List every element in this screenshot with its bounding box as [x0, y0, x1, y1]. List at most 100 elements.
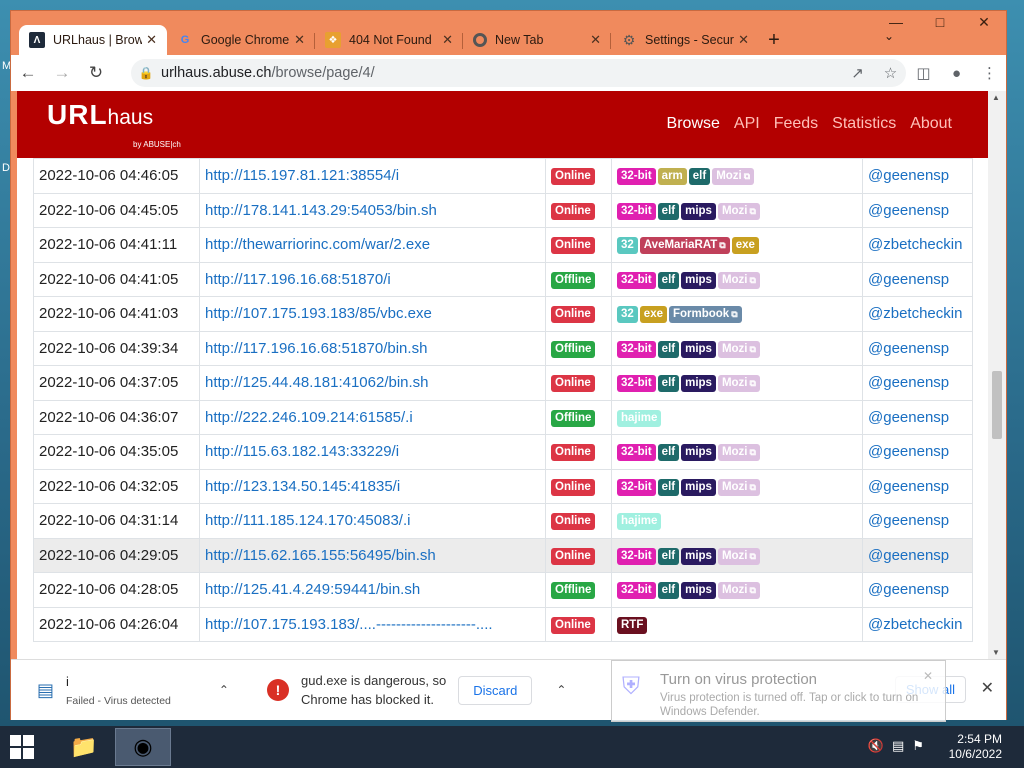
- reporter-link[interactable]: @geenensp: [862, 399, 973, 435]
- reporter-link[interactable]: @geenensp: [862, 434, 973, 470]
- clock[interactable]: 2:54 PM 10/6/2022: [949, 732, 1002, 762]
- back-button[interactable]: ←: [11, 58, 45, 88]
- toast-close-icon[interactable]: ✕: [923, 669, 933, 683]
- tag-badge[interactable]: Mozi ⧉: [717, 582, 760, 600]
- maximize-button[interactable]: □: [918, 11, 962, 33]
- external-link-icon: ⧉: [749, 274, 756, 285]
- volume-muted-icon[interactable]: 🔇: [868, 738, 884, 754]
- malware-url-link[interactable]: http://125.41.4.249:59441/bin.sh: [199, 572, 546, 608]
- address-text[interactable]: urlhaus.abuse.ch/browse/page/4/: [161, 65, 375, 81]
- date-added: 2022-10-06 04:41:03: [33, 296, 200, 332]
- minimize-button[interactable]: —: [874, 11, 918, 33]
- reporter-link[interactable]: @zbetcheckin: [862, 227, 973, 263]
- nav-feeds[interactable]: Feeds: [774, 115, 818, 133]
- close-window-button[interactable]: ✕: [962, 11, 1006, 33]
- reporter-link[interactable]: @zbetcheckin: [862, 296, 973, 332]
- malware-url-link[interactable]: http://125.44.48.181:41062/bin.sh: [199, 365, 546, 401]
- reporter-link[interactable]: @geenensp: [862, 261, 973, 297]
- tag-badge: 32-bit: [617, 478, 656, 496]
- tab-google-chrome[interactable]: G Google Chrome ✕: [167, 25, 315, 55]
- tag-label: elf: [661, 342, 676, 355]
- side-panel-icon[interactable]: ◫: [907, 59, 940, 87]
- status-badge: Online: [551, 306, 595, 324]
- chrome-taskbar-icon[interactable]: ◉: [115, 728, 171, 766]
- close-tab-icon[interactable]: ✕: [590, 32, 601, 48]
- tag-badge[interactable]: Mozi ⧉: [717, 271, 760, 289]
- forward-button[interactable]: →: [45, 58, 79, 88]
- reporter-link[interactable]: @geenensp: [862, 365, 973, 401]
- chevron-up-icon[interactable]: ⌃: [556, 683, 566, 697]
- malware-url-link[interactable]: http://117.196.16.68:51870/i: [199, 261, 546, 297]
- close-tab-icon[interactable]: ✕: [738, 32, 749, 48]
- tag-badge: 32: [617, 237, 638, 255]
- urlhaus-logo[interactable]: URLhaus by ABUSE|ch: [47, 99, 181, 149]
- scroll-thumb[interactable]: [992, 371, 1002, 439]
- scroll-up-icon[interactable]: ▲: [992, 93, 1000, 102]
- malware-url-link[interactable]: http://115.62.165.155:56495/bin.sh: [199, 537, 546, 573]
- tag-label: elf: [661, 549, 676, 562]
- tab-urlhaus[interactable]: Λ URLhaus | Browse ✕: [19, 25, 167, 55]
- tab-new-tab[interactable]: New Tab ✕: [463, 25, 611, 55]
- malware-url-link[interactable]: http://222.246.109.214:61585/.i: [199, 399, 546, 435]
- tag-badge[interactable]: Mozi ⧉: [717, 444, 760, 462]
- file-explorer-icon[interactable]: 📁: [56, 728, 112, 766]
- malware-url-link[interactable]: http://thewarriorinc.com/war/2.exe: [199, 227, 546, 263]
- reporter-link[interactable]: @zbetcheckin: [862, 606, 973, 642]
- reporter-link[interactable]: @geenensp: [862, 468, 973, 504]
- tag-badge[interactable]: Mozi ⧉: [712, 168, 755, 186]
- close-tab-icon[interactable]: ✕: [442, 32, 453, 48]
- malware-url-link[interactable]: http://115.63.182.143:33229/i: [199, 434, 546, 470]
- bookmark-star-icon[interactable]: ☆: [874, 59, 907, 87]
- tag-badge[interactable]: Mozi ⧉: [717, 478, 760, 496]
- profile-avatar-icon[interactable]: ●: [940, 59, 973, 87]
- malware-url-link[interactable]: http://107.175.193.183/....-------------…: [199, 606, 546, 642]
- close-shelf-icon[interactable]: ✕: [981, 678, 994, 698]
- malware-url-link[interactable]: http://111.185.124.170:45083/.i: [199, 503, 546, 539]
- status-badge: Online: [551, 513, 595, 531]
- tab-settings[interactable]: ⚙ Settings - Security ✕: [611, 25, 759, 55]
- menu-kebab-icon[interactable]: ⋮: [973, 59, 1006, 87]
- malware-url-link[interactable]: http://117.196.16.68:51870/bin.sh: [199, 330, 546, 366]
- network-icon[interactable]: ▤: [892, 738, 904, 754]
- malware-url-link[interactable]: http://115.197.81.121:38554/i: [199, 158, 546, 194]
- nav-statistics[interactable]: Statistics: [832, 115, 896, 133]
- nav-about[interactable]: About: [910, 115, 952, 133]
- chevron-up-icon[interactable]: ⌃: [219, 683, 229, 697]
- reporter-link[interactable]: @geenensp: [862, 158, 973, 194]
- lock-icon[interactable]: 🔒: [131, 66, 161, 80]
- reporter-link[interactable]: @geenensp: [862, 503, 973, 539]
- nav-api[interactable]: API: [734, 115, 760, 133]
- start-button-windows-icon[interactable]: [10, 735, 34, 759]
- share-icon[interactable]: ↗: [841, 59, 874, 87]
- malware-url-link[interactable]: http://178.141.143.29:54053/bin.sh: [199, 192, 546, 228]
- discard-button[interactable]: Discard: [458, 675, 533, 705]
- new-tab-button[interactable]: +: [759, 25, 789, 55]
- scroll-down-icon[interactable]: ▼: [992, 648, 1000, 657]
- close-tab-icon[interactable]: ✕: [146, 32, 157, 48]
- reporter-link[interactable]: @geenensp: [862, 572, 973, 608]
- tag-label: 32: [621, 308, 634, 321]
- download-item-failed[interactable]: ▤ i Failed - Virus detected ⌃: [11, 660, 229, 720]
- tag-label: exe: [735, 239, 755, 252]
- reporter-link[interactable]: @geenensp: [862, 537, 973, 573]
- close-tab-icon[interactable]: ✕: [294, 32, 305, 48]
- malware-url-link[interactable]: http://107.175.193.183/85/vbc.exe: [199, 296, 546, 332]
- tab-404[interactable]: ❖ 404 Not Found ✕: [315, 25, 463, 55]
- action-center-icon[interactable]: ⚑: [912, 738, 924, 754]
- tag-badge[interactable]: Mozi ⧉: [717, 202, 760, 220]
- address-bar[interactable]: 🔒 urlhaus.abuse.ch/browse/page/4/: [131, 59, 906, 87]
- defender-notification[interactable]: ⛨ Turn on virus protection Virus protect…: [611, 660, 946, 722]
- nav-browse[interactable]: Browse: [667, 115, 720, 133]
- reporter-link[interactable]: @geenensp: [862, 192, 973, 228]
- tag-badge[interactable]: Mozi ⧉: [717, 547, 760, 565]
- page-scrollbar[interactable]: ▲ ▼: [988, 91, 1006, 659]
- reload-button[interactable]: ↻: [79, 58, 113, 88]
- tag-badge[interactable]: Mozi ⧉: [717, 340, 760, 358]
- tag-badge[interactable]: Mozi ⧉: [717, 375, 760, 393]
- table-row: 2022-10-06 04:36:07 http://222.246.109.21…: [33, 399, 973, 435]
- tag-badge[interactable]: Formbook ⧉: [668, 306, 742, 324]
- malware-url-link[interactable]: http://123.134.50.145:41835/i: [199, 468, 546, 504]
- reporter-link[interactable]: @geenensp: [862, 330, 973, 366]
- tab-search-icon[interactable]: ⌄: [884, 29, 894, 43]
- tag-badge[interactable]: AveMariaRAT ⧉: [639, 237, 730, 255]
